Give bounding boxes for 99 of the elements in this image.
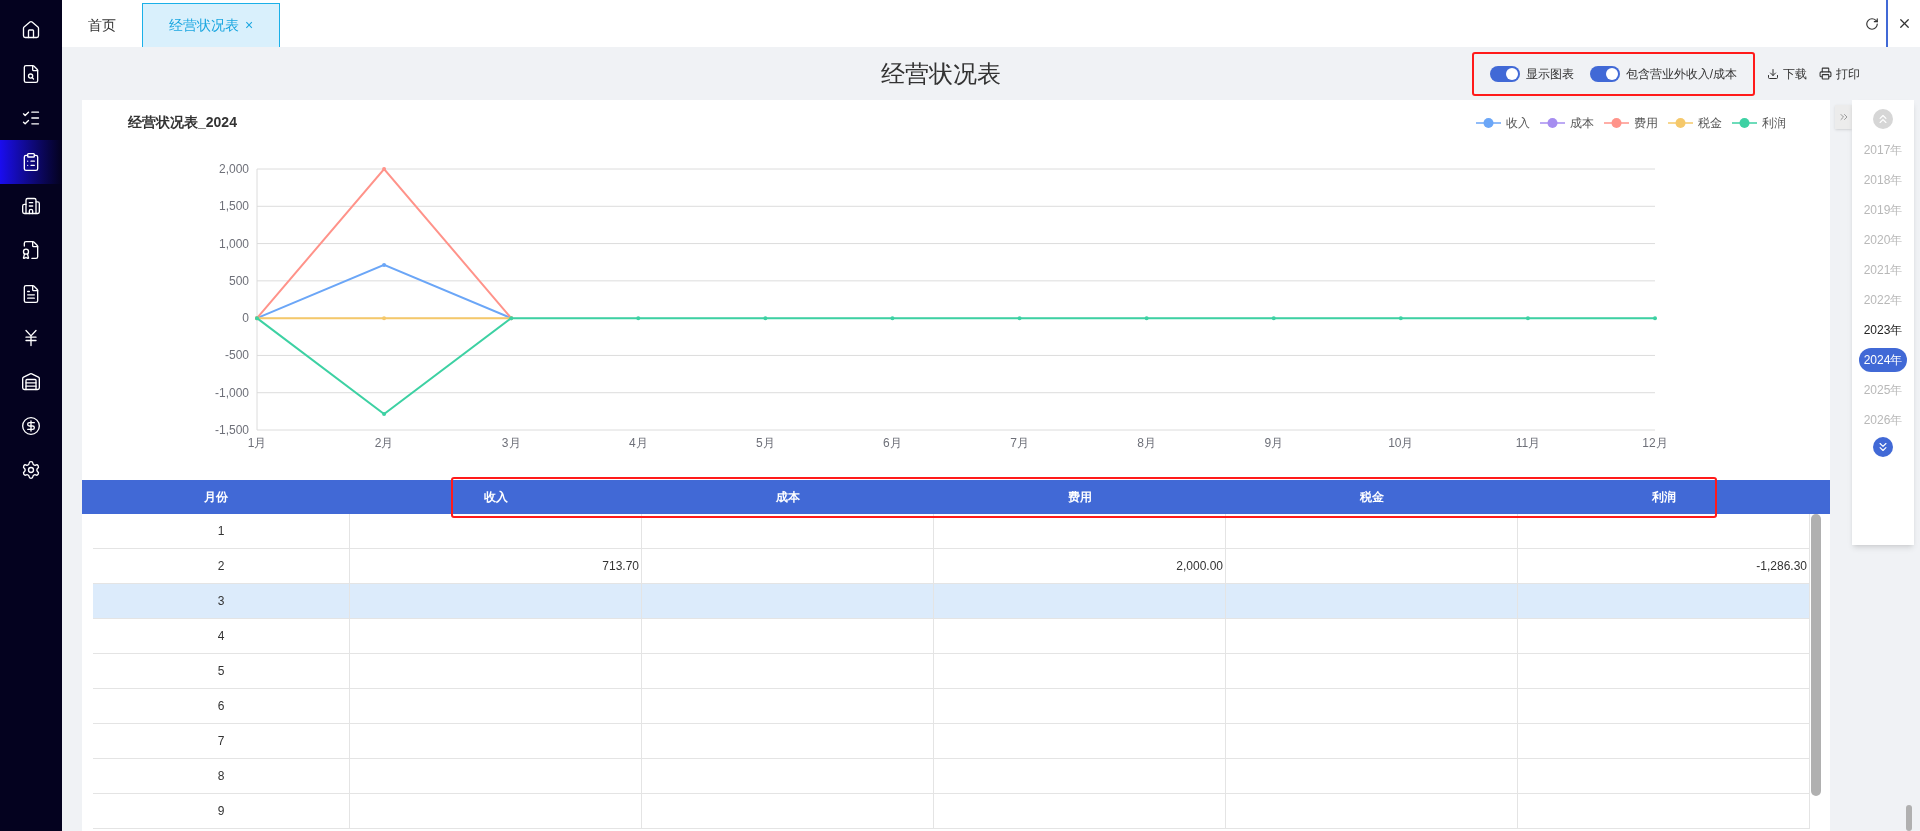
table-cell: 3 (93, 584, 350, 618)
column-header: 税金 (1359, 489, 1385, 506)
document-icon (21, 284, 41, 304)
column-header: 月份 (203, 489, 229, 506)
axis-label: 4月 (628, 436, 648, 450)
axis-label: 3月 (501, 436, 521, 450)
axis-label: 7月 (1010, 436, 1029, 450)
axis-label: 2,000 (218, 162, 249, 176)
table-row[interactable]: 7 (93, 724, 1810, 759)
checklist-icon (21, 108, 41, 128)
data-point (1398, 316, 1403, 321)
scrollbar[interactable] (1811, 514, 1821, 796)
table-row[interactable]: 4 (93, 619, 1810, 654)
axis-label: 1月 (247, 436, 267, 450)
settings-icon (21, 460, 41, 480)
table-cell: 8 (93, 759, 350, 793)
page-scrollbar[interactable] (1906, 805, 1912, 831)
legend-marker (1476, 116, 1501, 129)
table-row[interactable]: 9 (93, 794, 1810, 829)
building-icon (21, 196, 41, 216)
page-title: 经营状况表 (881, 58, 1001, 89)
home-icon (21, 20, 41, 40)
legend-label: 费用 (1634, 114, 1658, 132)
toggle-label: 显示图表 (1525, 65, 1574, 83)
legend-label: 收入 (1506, 114, 1530, 132)
table-row[interactable]: 5 (93, 654, 1810, 689)
year-item[interactable]: 2023年 (1858, 318, 1908, 342)
data-point (382, 316, 387, 321)
axis-label: 1,500 (218, 199, 249, 214)
table-row[interactable]: 1 (93, 514, 1810, 549)
sidebar-item[interactable] (0, 140, 62, 184)
column-header: 收入 (483, 489, 509, 506)
document-badge-icon (21, 240, 41, 260)
data-point (382, 262, 387, 267)
data-point (382, 167, 387, 171)
print-button[interactable]: 打印 (1819, 64, 1860, 83)
legend-label: 成本 (1570, 114, 1594, 132)
data-point (636, 316, 641, 321)
toggle-label: 包含营业外收入/成本 (1625, 65, 1737, 83)
data-point (1271, 316, 1276, 321)
axis-label: 5月 (756, 436, 775, 450)
table-cell: 2 (93, 549, 350, 583)
axis-label: 0 (242, 311, 249, 326)
column-header: 费用 (1067, 489, 1093, 506)
axis-label: 8月 (1137, 436, 1156, 450)
data-point (1144, 316, 1149, 321)
table-cell: 9 (93, 794, 350, 828)
column-header: 成本 (775, 489, 801, 506)
axis-label: 9月 (1264, 436, 1284, 450)
data-point (1017, 316, 1022, 321)
chart-title: 经营状况表_2024 (128, 113, 237, 132)
data-point (890, 316, 895, 321)
axis-label: 1,000 (218, 236, 249, 251)
table-cell: 1 (93, 514, 350, 548)
year-item[interactable]: 2024年 (1858, 348, 1908, 372)
data-point (382, 412, 387, 417)
legend-marker (1668, 116, 1693, 129)
table-cell: 7 (93, 724, 350, 758)
clipboard-icon (21, 152, 41, 172)
table-row[interactable]: 6 (93, 689, 1810, 724)
table-cell: 713.70 (350, 549, 642, 583)
axis-label: -500 (224, 348, 249, 363)
axis-label: -1,000 (214, 385, 249, 400)
toggle-switch[interactable] (1589, 65, 1620, 82)
table-cell: 6 (93, 689, 350, 723)
download-icon (1767, 67, 1779, 80)
printer-icon (1819, 67, 1832, 80)
legend-marker (1540, 116, 1565, 129)
download-button[interactable]: 下载 (1767, 64, 1807, 83)
toggle-switch[interactable] (1489, 65, 1520, 82)
tab[interactable]: 首页 (62, 3, 142, 47)
double-chevron-right-icon (1837, 111, 1850, 123)
data-point (1525, 316, 1530, 321)
table-cell: 4 (93, 619, 350, 653)
legend-marker (1732, 116, 1757, 129)
table-cell: 2,000.00 (934, 549, 1226, 583)
double-chevron-down-icon (1876, 440, 1890, 454)
data-point (1653, 316, 1657, 321)
table-cell: -1,286.30 (1518, 549, 1810, 583)
axis-label: 6月 (883, 436, 902, 450)
axis-label: 500 (228, 273, 249, 288)
legend-label: 利润 (1762, 114, 1786, 132)
column-header: 利润 (1651, 489, 1677, 506)
document-search-icon (21, 64, 41, 84)
axis-label: 2月 (374, 436, 394, 450)
legend-label: 税金 (1698, 114, 1722, 132)
table-row[interactable]: 2 713.70 2,000.00 -1,286.30 (93, 549, 1810, 584)
axis-label: 12月 (1642, 436, 1668, 450)
double-chevron-up-icon (1876, 112, 1890, 126)
table-row[interactable]: 3 (93, 584, 1810, 619)
data-point (763, 316, 768, 321)
table-cell: 5 (93, 654, 350, 688)
table-row[interactable]: 8 (93, 759, 1810, 794)
axis-label: 11月 (1515, 436, 1541, 450)
axis-label: 10月 (1388, 436, 1414, 450)
refresh-icon (1865, 16, 1879, 31)
legend-marker (1604, 116, 1629, 129)
axis-label: -1,500 (214, 423, 249, 437)
scroll-down-button[interactable] (1873, 437, 1893, 457)
